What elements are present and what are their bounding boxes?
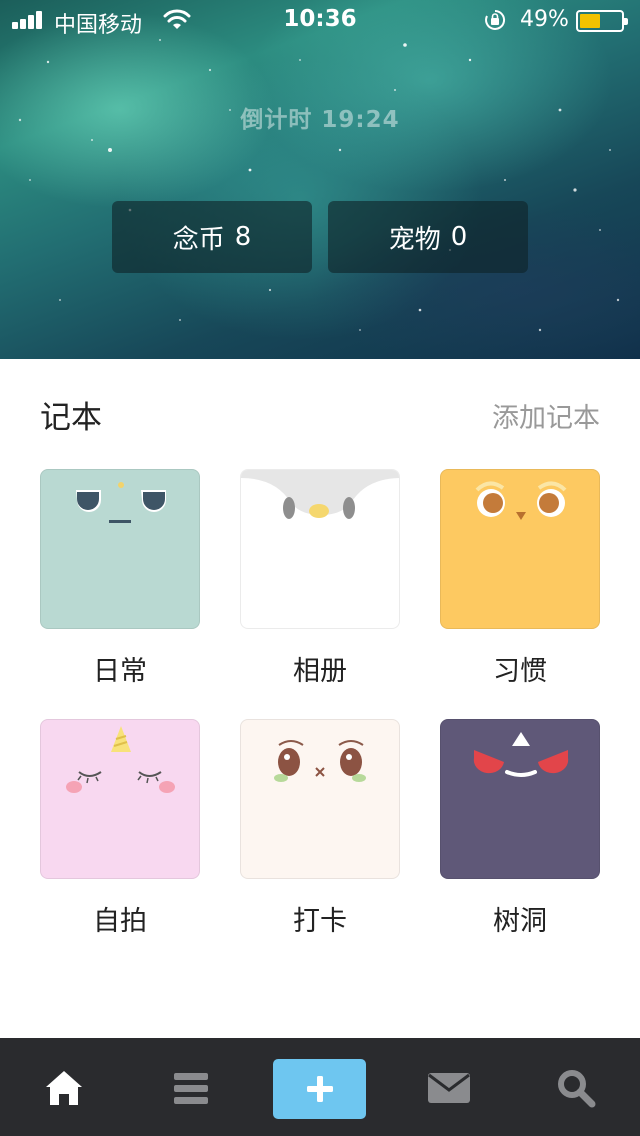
notebook-album[interactable]: 相册 <box>240 469 400 688</box>
notebook-card[interactable] <box>440 469 600 629</box>
add-button[interactable] <box>273 1059 366 1119</box>
notebook-label: 自拍 <box>93 906 147 937</box>
notebook-checkin[interactable]: 打卡 <box>240 719 400 938</box>
status-bar: 中国移动 10:36 49% <box>0 0 640 40</box>
notebook-label: 日常 <box>93 656 147 687</box>
devil-face-icon <box>473 732 569 777</box>
starfield-background <box>18 39 620 332</box>
add-notebook-button[interactable]: 添加记本 <box>492 396 600 435</box>
notebook-card[interactable] <box>440 719 600 879</box>
pets-label: 宠物 <box>388 224 441 255</box>
notebook-card[interactable] <box>40 469 200 629</box>
notebook-treehole[interactable]: 树洞 <box>440 719 600 938</box>
coins-label: 念币 <box>172 224 225 255</box>
tab-home[interactable] <box>34 1058 94 1118</box>
notebook-card[interactable] <box>40 719 200 879</box>
home-icon <box>46 1071 82 1105</box>
battery-icon <box>576 10 628 32</box>
shy-face-icon <box>274 740 366 782</box>
notebook-label: 习惯 <box>493 656 547 687</box>
pets-value: 0 <box>450 222 468 252</box>
notebook-label: 相册 <box>293 656 347 687</box>
tab-list[interactable] <box>161 1058 221 1118</box>
bottom-tab-bar <box>0 1038 640 1136</box>
coins-value: 8 <box>234 222 252 252</box>
penguin-face-icon <box>241 470 399 519</box>
unicorn-face-icon <box>66 726 175 793</box>
menu-icon <box>174 1073 208 1104</box>
notebooks-title: 记本 <box>40 400 102 436</box>
tab-search[interactable] <box>546 1058 606 1118</box>
mail-icon <box>428 1073 470 1103</box>
coins-button[interactable]: 念币 8 <box>112 201 312 273</box>
battery-level-fill <box>580 14 600 28</box>
notebook-label: 树洞 <box>493 906 547 937</box>
owl-face-icon <box>475 481 567 520</box>
orientation-lock-icon <box>485 9 506 30</box>
tab-messages[interactable] <box>419 1058 479 1118</box>
add-icon <box>306 1076 333 1102</box>
notebook-selfie[interactable]: 自拍 <box>40 719 200 938</box>
notebook-card[interactable] <box>240 719 400 879</box>
countdown-timer: 倒计时 19:24 <box>240 107 400 133</box>
battery-percentage: 49% <box>520 7 569 32</box>
notebook-card[interactable] <box>240 469 400 629</box>
grumpy-face-icon <box>76 482 166 523</box>
hero-banner: 中国移动 10:36 49% 倒计时 19:24 念币 8 宠物 0 <box>0 0 640 359</box>
search-icon <box>558 1070 596 1108</box>
notebook-habit[interactable]: 习惯 <box>440 469 600 688</box>
pets-button[interactable]: 宠物 0 <box>328 201 528 273</box>
notebook-label: 打卡 <box>293 906 347 937</box>
notebook-daily[interactable]: 日常 <box>40 469 200 688</box>
